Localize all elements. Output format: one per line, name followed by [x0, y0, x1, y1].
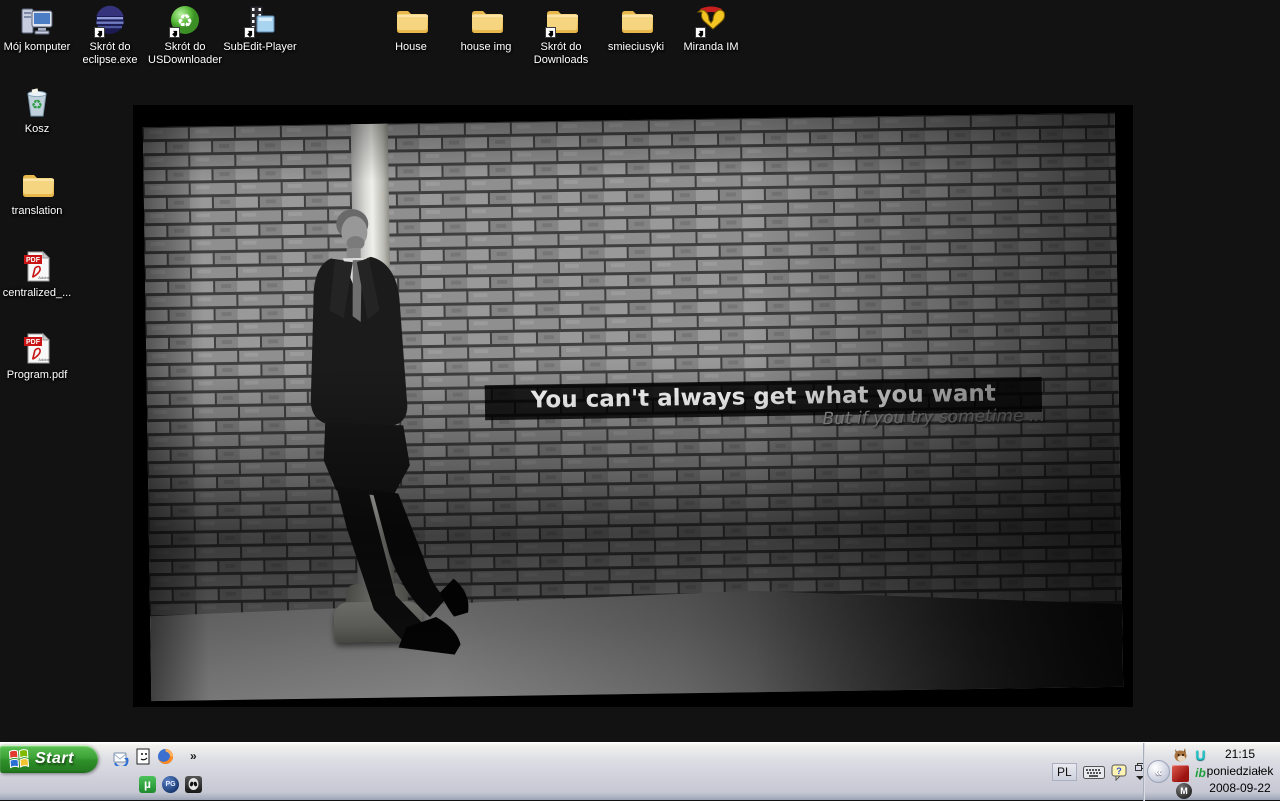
desktop-icon-label: Skrót do Downloads: [524, 41, 598, 67]
wallpaper-frame: You can't always get what you want But i…: [133, 105, 1133, 707]
pdf-icon: PDF Adobe: [20, 250, 54, 284]
adobe-label: Adobe: [38, 357, 50, 362]
pdf-icon: PDF Adobe: [20, 332, 54, 366]
adobe-label: Adobe: [38, 275, 50, 280]
outlook-express-icon[interactable]: [112, 749, 129, 766]
peerguardian-glyph: PG: [162, 776, 179, 793]
pdf-banner-label: PDF: [26, 257, 41, 264]
help-balloon-icon[interactable]: ?: [1111, 764, 1128, 781]
folder-icon: [469, 4, 503, 38]
utorrent-glyph: µ: [139, 776, 156, 793]
desktop-icon-miranda[interactable]: Miranda IM: [674, 4, 748, 54]
clock-date: 2008-09-22: [1204, 780, 1276, 797]
alien-head-icon: [185, 776, 202, 793]
bsplayer-icon[interactable]: [185, 776, 202, 793]
desktop-icon-label: house img: [449, 41, 523, 54]
red-app-glyph: [1172, 765, 1189, 782]
my-computer-icon: [20, 4, 54, 38]
desktop-icon-label: smieciusyki: [599, 41, 673, 54]
recycle-glyph: ♻: [31, 97, 43, 112]
clock-time: 21:15: [1204, 746, 1276, 763]
desktop-icon-my-computer[interactable]: Mój komputer: [0, 4, 74, 54]
desktop-icon-usdownloader[interactable]: ♻ Skrót do USDownloader: [146, 4, 224, 67]
shortcut-arrow-icon: [244, 27, 255, 38]
desktop-icon-label: centralized_...: [0, 287, 74, 300]
red-app-icon[interactable]: [1172, 765, 1189, 782]
desktop-icon-kosz[interactable]: ♻ Kosz: [0, 86, 74, 136]
desktop-icon-label: Miranda IM: [674, 41, 748, 54]
folder-icon: [619, 4, 653, 38]
desktop-icon-label: Kosz: [0, 123, 74, 136]
shortcut-arrow-icon: [169, 27, 180, 38]
desktop-icon-centralized-pdf[interactable]: PDF Adobe centralized_...: [0, 250, 74, 300]
keyboard-icon[interactable]: [1083, 765, 1105, 780]
desktop-icon-label: translation: [0, 205, 74, 218]
start-button-label: Start: [35, 750, 74, 768]
notes-icon[interactable]: [135, 748, 152, 765]
subedit-player-icon: [243, 4, 277, 38]
desktop-icon-label: Skrót do eclipse.exe: [73, 41, 147, 67]
photo-vignette: [143, 113, 1123, 701]
folder-icon: [394, 4, 428, 38]
eclipse-icon: [93, 4, 127, 38]
emule-donkey-icon[interactable]: [1172, 747, 1189, 764]
folder-icon: [20, 168, 54, 202]
desktop-icon-label: House: [374, 41, 448, 54]
miranda-m-icon[interactable]: M: [1176, 783, 1193, 800]
desktop-icon-label: Skrót do USDownloader: [146, 41, 224, 67]
shortcut-arrow-icon: [545, 27, 556, 38]
tray-clock[interactable]: 21:15 poniedziałek 2008-09-22: [1204, 746, 1276, 797]
miranda-m-glyph: M: [1176, 783, 1192, 799]
desktop-icon-house-img[interactable]: house img: [449, 4, 523, 54]
desktop-icon-translation[interactable]: translation: [0, 168, 74, 218]
shortcut-arrow-icon: [695, 27, 706, 38]
miranda-butterfly-icon: [694, 4, 728, 38]
desktop-icon-label: Mój komputer: [0, 41, 74, 54]
desktop-icon-program-pdf[interactable]: PDF Adobe Program.pdf: [0, 332, 74, 382]
desktop-icon-label: SubEdit-Player: [215, 41, 305, 54]
desktop-icon-subedit-player[interactable]: SubEdit-Player: [215, 4, 305, 54]
shortcut-arrow-icon: [94, 27, 105, 38]
quick-launch-overflow-chevron[interactable]: »: [190, 749, 197, 763]
hide-icons-chevron[interactable]: «: [1147, 760, 1170, 783]
tray-divider: [1143, 743, 1145, 801]
taskbar: Start » µ PG: [0, 742, 1280, 800]
clock-day: poniedziałek: [1204, 763, 1276, 780]
desktop-icon-smieciusyki[interactable]: smieciusyki: [599, 4, 673, 54]
language-bar: PL ?: [1052, 761, 1146, 783]
firefox-icon[interactable]: [157, 748, 174, 765]
recycle-bin-icon: ♻: [20, 86, 54, 120]
language-indicator[interactable]: PL: [1052, 763, 1077, 781]
windows-flag-icon: [8, 748, 30, 770]
desktop-icon-eclipse[interactable]: Skrót do eclipse.exe: [73, 4, 147, 67]
help-glyph: ?: [1116, 766, 1122, 776]
pdf-banner-label: PDF: [26, 339, 41, 346]
folder-icon: [544, 4, 578, 38]
peerguardian-icon[interactable]: PG: [162, 776, 179, 793]
start-button[interactable]: Start: [0, 745, 98, 773]
desktop-icon-downloads[interactable]: Skrót do Downloads: [524, 4, 598, 67]
desktop-icon-house[interactable]: House: [374, 4, 448, 54]
usdownloader-icon: ♻: [168, 4, 202, 38]
desktop-icon-label: Program.pdf: [0, 369, 74, 382]
utorrent-icon[interactable]: µ: [139, 776, 156, 793]
wallpaper-photo: You can't always get what you want But i…: [143, 113, 1123, 701]
